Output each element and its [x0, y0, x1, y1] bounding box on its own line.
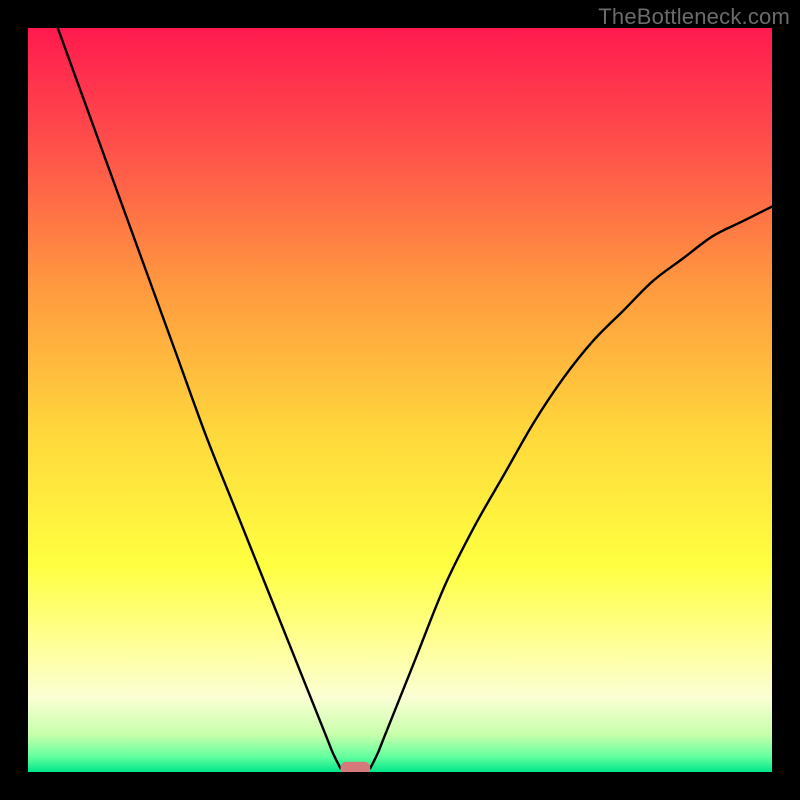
chart-svg [28, 28, 772, 772]
bottleneck-marker [340, 762, 370, 772]
plot-area [28, 28, 772, 772]
watermark-text: TheBottleneck.com [598, 4, 790, 30]
gradient-background [28, 28, 772, 772]
chart-frame: TheBottleneck.com [0, 0, 800, 800]
